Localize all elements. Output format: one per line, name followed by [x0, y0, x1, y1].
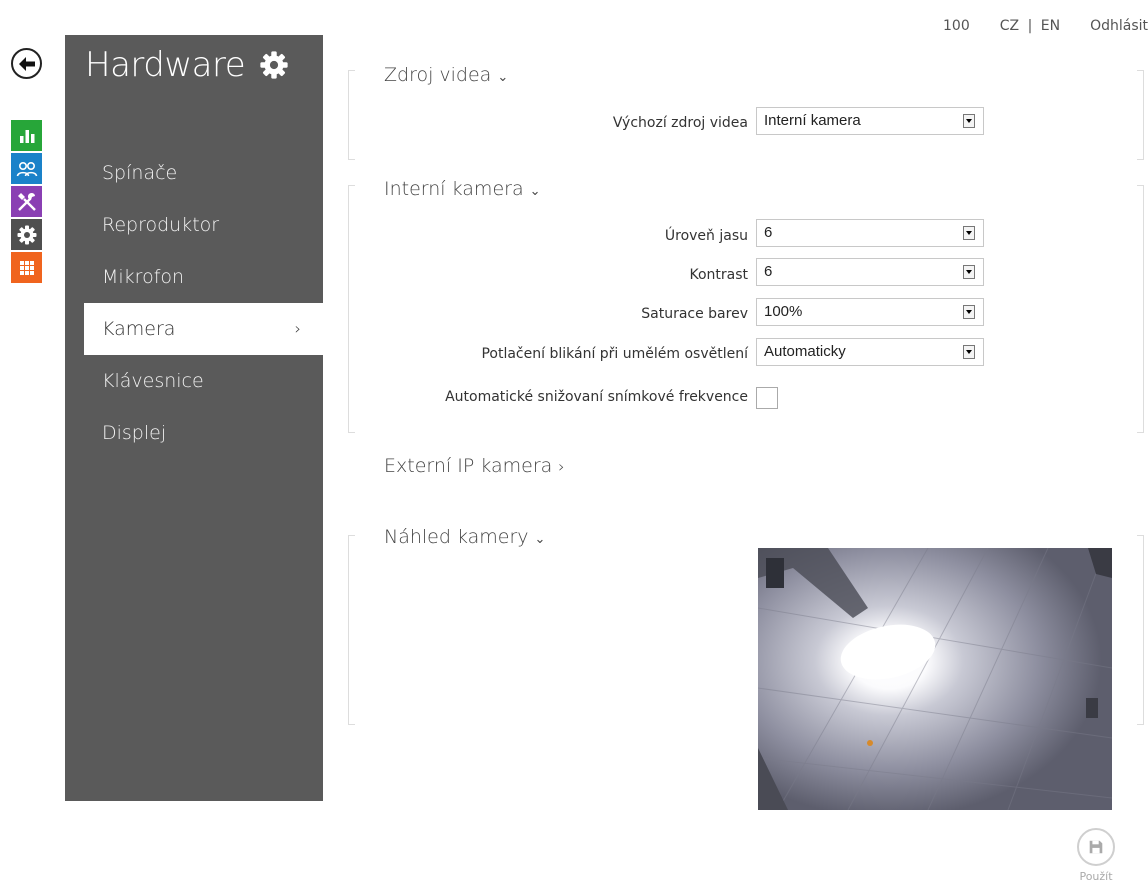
chevron-down-icon: ⌄	[534, 532, 546, 547]
gear-icon	[260, 51, 288, 79]
saturation-select[interactable]: 100%	[756, 298, 984, 326]
sidebar-item-label: Klávesnice	[102, 370, 204, 392]
auto-fps-checkbox[interactable]	[756, 387, 778, 409]
section-title-camera-preview[interactable]: Náhled kamery ⌄	[384, 526, 545, 548]
chevron-right-icon: ›	[294, 319, 301, 338]
select-value: 6	[764, 224, 773, 241]
dropdown-arrow-icon	[963, 265, 975, 279]
language-switch: CZ | EN	[1000, 18, 1060, 34]
grid-icon	[19, 260, 34, 275]
apply-label: Použít	[1079, 870, 1113, 883]
section-title-video-source[interactable]: Zdroj videa ⌄	[384, 64, 508, 86]
rail-settings-button[interactable]	[11, 219, 42, 250]
flicker-select[interactable]: Automaticky	[756, 338, 984, 366]
chevron-down-icon: ⌄	[529, 184, 541, 199]
sidebar-item-switches[interactable]: Spínače	[65, 147, 323, 199]
rail-services-button[interactable]	[11, 252, 42, 283]
sidebar-item-label: Mikrofon	[102, 266, 185, 288]
logout-link[interactable]: Odhlásit	[1090, 18, 1148, 34]
dropdown-arrow-icon	[963, 114, 975, 128]
tools-icon	[17, 192, 36, 211]
sidebar-item-label: Displej	[102, 422, 167, 444]
dropdown-arrow-icon	[963, 305, 975, 319]
section-bracket-right	[1137, 535, 1144, 725]
left-icon-rail	[11, 120, 42, 285]
sidebar-title: Hardware	[85, 45, 289, 85]
hardware-sidebar: Hardware Spínače Reproduktor Mikrofon Ka…	[65, 35, 323, 801]
top-bar: 100 CZ | EN Odhlásit	[913, 14, 1148, 38]
section-title-text: Zdroj videa	[384, 64, 492, 86]
section-title-text: Náhled kamery	[384, 526, 529, 548]
default-source-label: Výchozí zdroj videa	[612, 115, 748, 131]
rail-hardware-button[interactable]	[11, 186, 42, 217]
section-bracket-left	[348, 185, 355, 433]
sidebar-item-display[interactable]: Displej	[65, 407, 323, 459]
saturation-label: Saturace barev	[641, 306, 748, 322]
sidebar-item-label: Kamera	[102, 318, 176, 340]
sidebar-item-keypad[interactable]: Klávesnice	[65, 355, 323, 407]
back-button[interactable]	[11, 48, 42, 79]
section-bracket-right	[1137, 70, 1144, 160]
sidebar-item-camera[interactable]: Kamera ›	[84, 303, 323, 355]
brightness-label: Úroveň jasu	[664, 228, 748, 244]
section-internal-camera: Interní kamera ⌄ Úroveň jasu 6 Kontrast 6…	[348, 178, 1144, 433]
select-value: 6	[764, 263, 773, 280]
section-bracket-left	[348, 535, 355, 725]
select-value: 100%	[764, 303, 803, 320]
sidebar-item-speaker[interactable]: Reproduktor	[65, 199, 323, 251]
stats-icon	[19, 129, 34, 143]
arrow-left-icon	[18, 56, 35, 71]
flicker-label: Potlačení blikání při umělém osvětlení	[481, 346, 748, 362]
section-bracket-left	[348, 70, 355, 160]
section-video-source: Zdroj videa ⌄ Výchozí zdroj videa Interní…	[348, 64, 1144, 160]
select-value: Interní kamera	[764, 112, 861, 129]
contrast-label: Kontrast	[689, 267, 748, 283]
chevron-right-icon: ›	[558, 457, 565, 476]
brightness-select[interactable]: 6	[756, 219, 984, 247]
contrast-select[interactable]: 6	[756, 258, 984, 286]
lang-cz-link[interactable]: CZ	[1000, 18, 1019, 34]
save-icon	[1077, 828, 1115, 866]
camera-preview-image	[758, 548, 1112, 810]
auto-fps-label: Automatické snižovaní snímkové frekvence	[445, 389, 748, 405]
section-title-text: Interní kamera	[384, 178, 524, 200]
dropdown-arrow-icon	[963, 345, 975, 359]
section-external-camera: Externí IP kamera ›	[348, 455, 1144, 485]
user-id: 100	[943, 18, 970, 34]
sidebar-item-microphone[interactable]: Mikrofon	[65, 251, 323, 303]
sidebar-item-label: Reproduktor	[102, 214, 220, 236]
section-bracket-right	[1137, 185, 1144, 433]
sidebar-menu: Spínače Reproduktor Mikrofon Kamera › Klá…	[65, 147, 323, 459]
sidebar-title-text: Hardware	[85, 45, 246, 85]
chevron-down-icon: ⌄	[497, 70, 509, 85]
default-source-select[interactable]: Interní kamera	[756, 107, 984, 135]
section-title-text: Externí IP kamera	[384, 455, 553, 477]
rail-status-button[interactable]	[11, 120, 42, 151]
sidebar-item-label: Spínače	[102, 162, 178, 184]
gear-icon	[17, 225, 36, 244]
apply-button[interactable]: Použít	[1071, 828, 1121, 883]
dropdown-arrow-icon	[963, 226, 975, 240]
users-icon	[16, 161, 37, 176]
lang-en-link[interactable]: EN	[1041, 18, 1060, 34]
section-title-internal-camera[interactable]: Interní kamera ⌄	[384, 178, 541, 200]
select-value: Automaticky	[764, 343, 846, 360]
section-title-external-camera[interactable]: Externí IP kamera ›	[384, 455, 565, 477]
rail-directory-button[interactable]	[11, 153, 42, 184]
lang-separator: |	[1027, 18, 1033, 34]
